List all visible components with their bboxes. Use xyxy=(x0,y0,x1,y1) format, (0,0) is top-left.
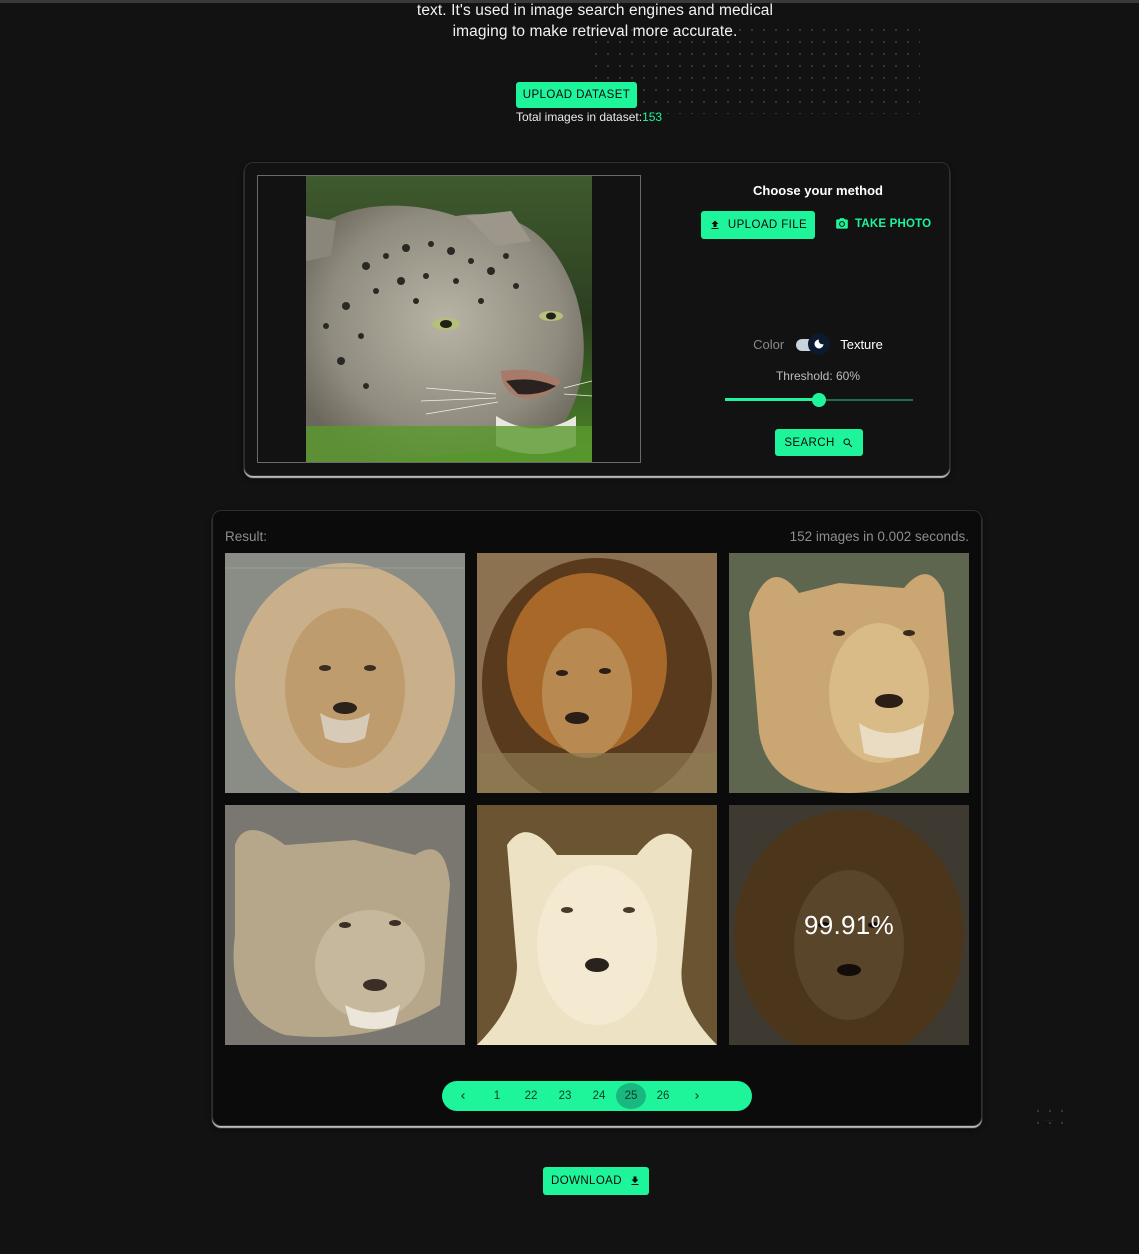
lion-cub-photo xyxy=(225,805,465,1045)
result-grid: 99.91% xyxy=(225,553,969,1045)
result-image[interactable] xyxy=(729,553,969,793)
snow-leopard-photo xyxy=(306,176,592,462)
upload-dataset-button[interactable]: UPLOAD DATASET xyxy=(516,82,637,108)
result-image[interactable] xyxy=(225,553,465,793)
lion-dark-mane-photo xyxy=(477,553,717,793)
threshold-label: Threshold: 60% xyxy=(775,369,861,383)
chevron-right-icon xyxy=(695,1093,699,1099)
color-texture-switch[interactable] xyxy=(794,333,831,355)
method-title: Choose your method xyxy=(752,183,883,198)
dataset-count-value: 153 xyxy=(642,110,663,124)
method-toggle-row: Color Texture xyxy=(685,333,951,355)
result-image[interactable] xyxy=(225,805,465,1045)
page-24[interactable]: 24 xyxy=(582,1083,616,1109)
result-label: Result: xyxy=(225,529,268,544)
intro-line-1: text. It's used in image search engines … xyxy=(416,2,774,19)
page-1[interactable]: 1 xyxy=(480,1083,514,1109)
similarity-percent: 99.91% xyxy=(804,909,894,940)
moon-icon xyxy=(814,339,824,349)
threshold-slider[interactable] xyxy=(725,391,913,409)
result-image-hovered[interactable]: 99.91% xyxy=(729,805,969,1045)
download-button[interactable]: DOWNLOAD xyxy=(543,1167,649,1195)
switch-knob xyxy=(808,333,831,355)
search-icon xyxy=(843,438,852,447)
query-image-preview xyxy=(257,175,641,463)
dataset-count: Total images in dataset:153 xyxy=(516,110,662,124)
download-icon xyxy=(631,1176,639,1185)
intro-line-2: imaging to make retrieval more accurate. xyxy=(452,23,738,40)
lion-pale-mane-photo xyxy=(225,553,465,793)
dataset-count-label: Total images in dataset: xyxy=(516,110,643,124)
intro-text: text. It's used in image search engines … xyxy=(380,0,810,42)
upload-dataset-label: UPLOAD DATASET xyxy=(522,89,631,101)
search-label: SEARCH xyxy=(784,436,835,449)
chevron-left-icon xyxy=(461,1093,465,1099)
result-image[interactable] xyxy=(477,553,717,793)
result-stats: 152 images in 0.002 seconds. xyxy=(789,529,969,544)
toggle-texture-label: Texture xyxy=(840,336,883,352)
page-ellipsis: ... xyxy=(1032,1105,1066,1131)
download-label: DOWNLOAD xyxy=(551,1175,622,1187)
page-22[interactable]: 22 xyxy=(514,1083,548,1109)
slider-fill xyxy=(725,398,819,401)
page-23[interactable]: 23 xyxy=(548,1083,582,1109)
slider-thumb[interactable] xyxy=(812,393,826,407)
lioness-photo xyxy=(729,553,969,793)
result-image[interactable] xyxy=(477,805,717,1045)
pagination-next[interactable] xyxy=(680,1083,714,1109)
pagination: 1 ... 22 23 24 25 26 xyxy=(442,1081,1066,1131)
take-photo-button[interactable]: TAKE PHOTO xyxy=(835,217,931,231)
upload-file-button[interactable]: UPLOAD FILE xyxy=(701,211,815,239)
camera-icon xyxy=(836,218,848,229)
pagination-prev[interactable] xyxy=(446,1083,480,1109)
page-25-active[interactable]: 25 xyxy=(616,1083,646,1109)
take-photo-label: TAKE PHOTO xyxy=(855,218,932,230)
result-panel: Result: 152 images in 0.002 seconds. 99.… xyxy=(212,510,1066,1131)
toggle-color-label: Color xyxy=(753,336,785,352)
upload-file-label: UPLOAD FILE xyxy=(727,219,808,231)
query-panel: Choose your method UPLOAD FILE TAKE PHOT… xyxy=(244,162,950,476)
upload-icon xyxy=(711,220,719,229)
search-button[interactable]: SEARCH xyxy=(775,429,863,456)
white-lioness-photo xyxy=(477,805,717,1045)
page-26[interactable]: 26 xyxy=(646,1083,680,1109)
similarity-overlay: 99.91% xyxy=(729,805,969,1045)
